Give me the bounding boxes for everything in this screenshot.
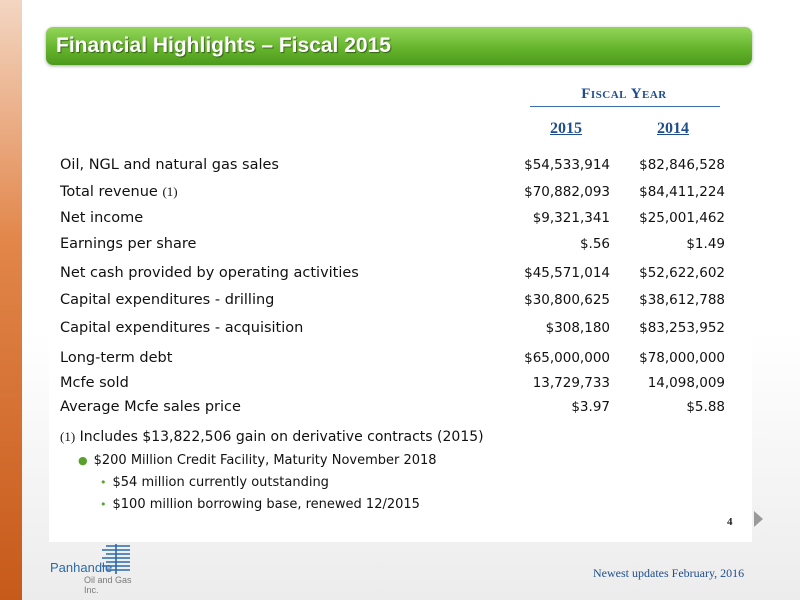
value-2015: $308,180 [545,320,610,336]
table-row: Average Mcfe sales price $3.97 $5.88 [60,399,725,419]
column-header-2015: 2015 [550,120,582,137]
value-2014: $5.88 [686,399,725,415]
table-row: Net cash provided by operating activitie… [60,265,725,285]
value-2014: $52,622,602 [639,265,725,281]
footnote-marker: (1) [162,184,178,199]
table-row: Capital expenditures - drilling $30,800,… [60,292,725,312]
page-title: Financial Highlights – Fiscal 2015 [56,34,391,57]
row-label: Earnings per share [60,236,197,252]
row-label: Capital expenditures - drilling [60,292,275,308]
table-row: Total revenue (1) $70,882,093 $84,411,22… [60,184,725,204]
sub-bullet-item: • $100 million borrowing base, renewed 12… [100,497,420,512]
row-label: Oil, NGL and natural gas sales [60,157,279,173]
footnote-marker: (1) [60,429,76,444]
value-2014: $1.49 [686,236,725,252]
company-logo: Panhandle Oil and Gas Inc. [50,542,135,595]
updates-note: Newest updates February, 2016 [593,566,745,580]
row-label: Total revenue (1) [60,184,178,200]
value-2014: $78,000,000 [639,350,725,366]
table-row: Oil, NGL and natural gas sales $54,533,9… [60,157,725,177]
value-2014: $82,846,528 [639,157,725,173]
table-row: Capital expenditures - acquisition $308,… [60,320,725,340]
table-row: Net income $9,321,341 $25,001,462 [60,210,725,230]
row-label: Mcfe sold [60,375,129,391]
value-2015: $.56 [579,236,610,252]
footnote-text: Includes $13,822,506 gain on derivative … [79,429,484,445]
logo-name: Panhandle [50,560,113,575]
row-label: Long-term debt [60,350,173,366]
fiscal-year-rule [530,106,720,107]
value-2014: 14,098,009 [647,375,725,391]
value-2015: $70,882,093 [524,184,610,200]
bullet-item: ● $200 Million Credit Facility, Maturity … [78,453,437,468]
bullet-dot-icon: • [100,476,107,489]
table-row: Long-term debt $65,000,000 $78,000,000 [60,350,725,370]
table-row: Earnings per share $.56 $1.49 [60,236,725,256]
bullet-dot-icon: ● [78,454,88,467]
row-label: Capital expenditures - acquisition [60,320,304,336]
next-slide-arrow-icon[interactable] [754,511,763,527]
footnote: (1) Includes $13,822,506 gain on derivat… [60,429,484,445]
bullet-dot-icon: • [100,498,107,511]
row-label: Average Mcfe sales price [60,399,241,415]
page-number: 4 [727,516,733,528]
sub-bullet-item: • $54 million currently outstanding [100,475,329,490]
left-accent-bar [0,0,22,600]
value-2015: $30,800,625 [524,292,610,308]
value-2015: $54,533,914 [524,157,610,173]
logo-subtitle: Oil and Gas Inc. [84,575,132,595]
fiscal-year-header: Fiscal Year [581,86,667,102]
title-banner: Financial Highlights – Fiscal 2015 [46,27,752,65]
value-2015: 13,729,733 [532,375,610,391]
value-2014: $84,411,224 [639,184,725,200]
value-2015: $65,000,000 [524,350,610,366]
value-2014: $83,253,952 [639,320,725,336]
value-2015: $45,571,014 [524,265,610,281]
value-2014: $25,001,462 [639,210,725,226]
row-label: Net cash provided by operating activitie… [60,265,359,281]
value-2015: $3.97 [571,399,610,415]
value-2015: $9,321,341 [532,210,610,226]
value-2014: $38,612,788 [639,292,725,308]
column-header-2014: 2014 [657,120,689,137]
row-label: Net income [60,210,144,226]
table-row: Mcfe sold 13,729,733 14,098,009 [60,375,725,395]
